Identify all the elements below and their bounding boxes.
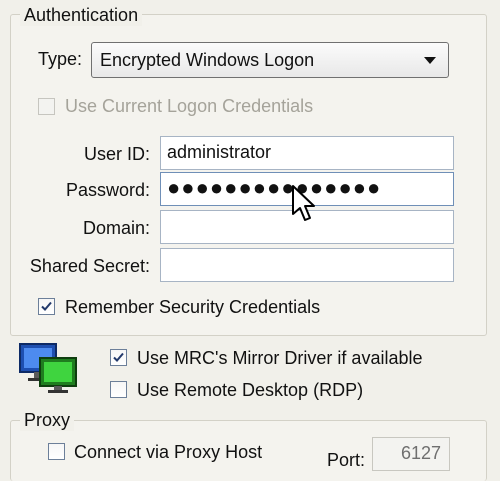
- use-current-credentials-label: Use Current Logon Credentials: [65, 96, 314, 116]
- remember-credentials-checkbox[interactable]: [38, 298, 55, 315]
- domain-label: Domain:: [82, 218, 150, 238]
- connect-proxy-checkbox[interactable]: [48, 443, 65, 460]
- type-select-value: Encrypted Windows Logon: [100, 50, 315, 70]
- rdp-checkbox[interactable]: [110, 381, 127, 398]
- user-id-field[interactable]: administrator: [160, 136, 454, 170]
- type-select[interactable]: Encrypted Windows Logon: [91, 42, 449, 78]
- checkmark-icon: [113, 352, 124, 362]
- password-label: Password:: [65, 180, 150, 200]
- checkmark-icon: [41, 301, 52, 311]
- remember-credentials-label: Remember Security Credentials: [65, 297, 321, 317]
- proxy-legend: Proxy: [20, 409, 75, 431]
- mouse-pointer-icon: [290, 184, 318, 224]
- authentication-legend: Authentication: [20, 4, 143, 26]
- user-id-label: User ID:: [83, 144, 150, 164]
- mirror-driver-label: Use MRC's Mirror Driver if available: [137, 348, 423, 368]
- two-monitors-icon: [18, 342, 80, 394]
- port-label: Port:: [327, 450, 366, 470]
- mirror-driver-checkbox[interactable]: [110, 349, 127, 366]
- shared-secret-label: Shared Secret:: [29, 256, 150, 276]
- rdp-label: Use Remote Desktop (RDP): [137, 380, 364, 400]
- shared-secret-field[interactable]: [160, 248, 454, 282]
- chevron-down-icon[interactable]: [424, 57, 436, 64]
- use-current-credentials-checkbox[interactable]: [38, 98, 55, 115]
- type-label: Type:: [38, 49, 83, 69]
- connect-proxy-label: Connect via Proxy Host: [74, 442, 263, 462]
- port-field[interactable]: 6127: [372, 437, 450, 471]
